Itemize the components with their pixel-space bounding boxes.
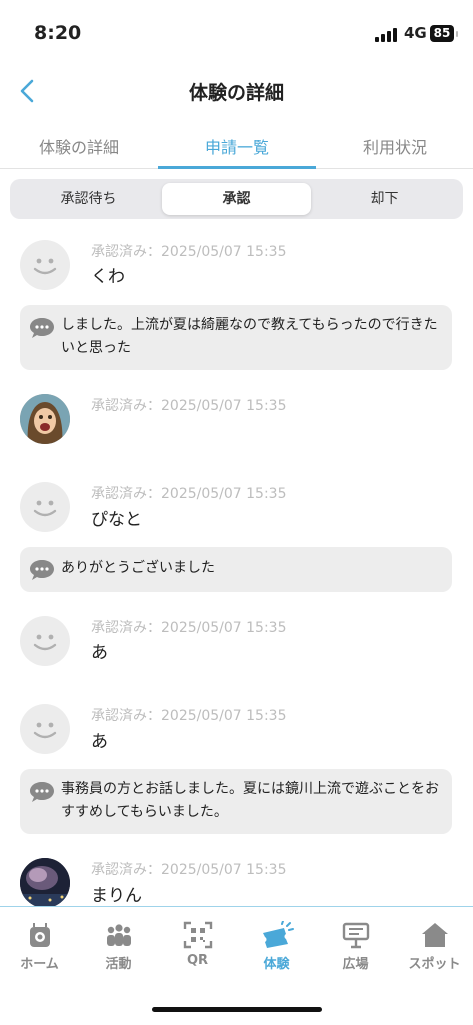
- tabbar-label: 体験: [263, 957, 290, 972]
- home-indicator: [152, 1007, 322, 1012]
- segment-approved[interactable]: 承認: [162, 183, 311, 215]
- home-person-icon: [29, 923, 50, 947]
- comment-text: ありがとうございました: [61, 560, 215, 576]
- tabbar-home[interactable]: ホーム: [0, 921, 79, 972]
- tabbar-label: スポット: [408, 957, 461, 972]
- tab-usage[interactable]: 利用状況: [316, 134, 473, 158]
- approval-status: 承認済み：2025/05/07 15:35: [91, 398, 287, 414]
- comment-text: 事務員の方とお話しました。夏には鏡川上流で遊ぶことをおすすめしてもらいました。: [61, 781, 439, 820]
- approval-status: 承認済み：2025/05/07 15:35: [91, 862, 287, 878]
- tabbar-label: QR: [186, 953, 209, 968]
- avatar: [20, 394, 70, 444]
- comment-text: しました。上流が夏は綺麗なので教えてもらったので行きたいと思った: [61, 317, 438, 356]
- tab-details[interactable]: 体験の詳細: [0, 134, 158, 158]
- tab-bar: 体験の詳細 申請一覧 利用状況: [0, 124, 473, 169]
- people-icon: [106, 924, 131, 946]
- applicant-name: ぴなと: [91, 510, 142, 530]
- smiley-avatar-icon: [33, 722, 57, 739]
- chat-bubble-icon: [30, 782, 54, 802]
- applicant-name: くわ: [91, 267, 125, 287]
- segment-rejected[interactable]: 却下: [310, 183, 459, 215]
- house-icon: [421, 923, 448, 947]
- applicant-name: まりん: [91, 886, 142, 906]
- chat-bubble-icon: [30, 560, 54, 580]
- network-label: 4G: [404, 24, 427, 42]
- avatar: [20, 704, 70, 754]
- comment-bubble: 事務員の方とお話しました。夏には鏡川上流で遊ぶことをおすすめしてもらいました。: [20, 769, 452, 834]
- segment-pending[interactable]: 承認待ち: [14, 183, 163, 215]
- applicant-name: あ: [91, 643, 108, 663]
- signal-icon: [375, 26, 399, 42]
- approval-status: 承認済み：2025/05/07 15:35: [91, 708, 287, 724]
- avatar: [20, 858, 70, 908]
- approval-status: 承認済み：2025/05/07 15:35: [91, 244, 287, 260]
- battery-tip: [456, 31, 458, 37]
- profile-photo: [20, 394, 70, 444]
- avatar: [20, 616, 70, 666]
- tabbar-qr[interactable]: QR: [158, 921, 237, 968]
- status-segmented-control: 承認待ち 承認 却下: [10, 179, 463, 219]
- avatar: [20, 240, 70, 290]
- profile-photo: [20, 858, 70, 908]
- tabbar-label: ホーム: [20, 957, 59, 972]
- smiley-avatar-icon: [33, 258, 57, 275]
- tab-active-indicator: [158, 166, 316, 169]
- avatar: [20, 482, 70, 532]
- approval-status: 承認済み：2025/05/07 15:35: [91, 486, 287, 502]
- page-title: 体験の詳細: [188, 82, 284, 104]
- status-time: 8:20: [34, 22, 82, 44]
- tabbar-experience[interactable]: 体験: [237, 921, 316, 972]
- chat-bubble-icon: [30, 318, 54, 338]
- tabbar-spots[interactable]: スポット: [395, 921, 473, 972]
- tabbar-plaza[interactable]: 広場: [316, 921, 395, 972]
- smiley-avatar-icon: [33, 634, 57, 651]
- tabbar-label: 広場: [342, 957, 369, 972]
- tabbar-activities[interactable]: 活動: [79, 921, 158, 972]
- tab-applications[interactable]: 申請一覧: [158, 134, 316, 158]
- ticket-icon: [262, 921, 294, 948]
- battery-icon: 85: [430, 25, 454, 42]
- tabbar-label: 活動: [105, 957, 132, 972]
- smiley-avatar-icon: [33, 500, 57, 517]
- approval-status: 承認済み：2025/05/07 15:35: [91, 620, 287, 636]
- signboard-icon: [342, 922, 369, 949]
- comment-bubble: しました。上流が夏は綺麗なので教えてもらったので行きたいと思った: [20, 305, 452, 370]
- comment-bubble: ありがとうございました: [20, 547, 452, 592]
- applicant-name: あ: [91, 732, 108, 752]
- status-bar: 8:20 4G 85: [0, 0, 473, 60]
- nav-bar: 体験の詳細: [0, 68, 473, 114]
- qr-icon: [183, 921, 212, 949]
